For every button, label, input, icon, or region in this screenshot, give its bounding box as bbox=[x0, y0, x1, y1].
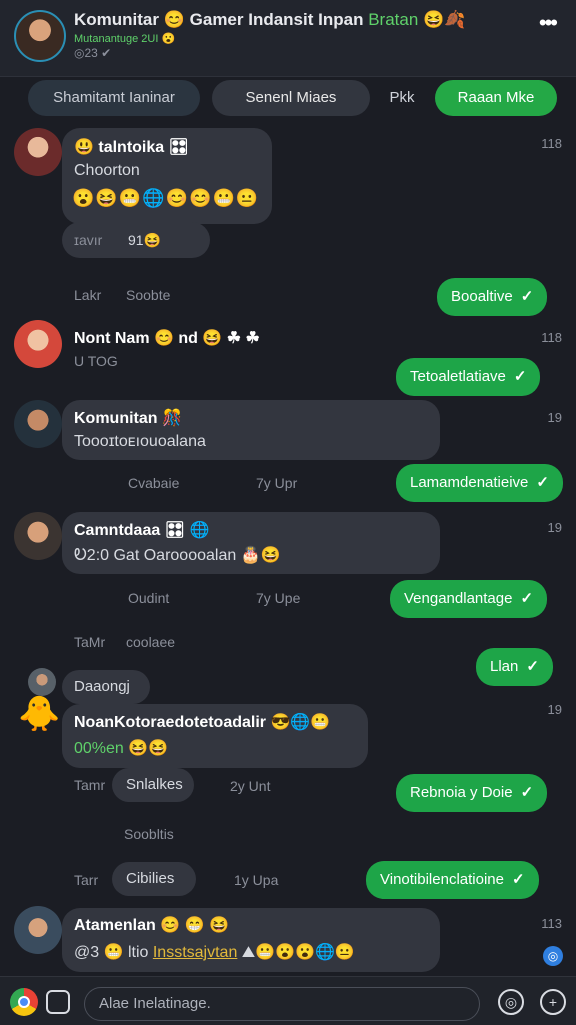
sender-name: Atamenlan 😊 😁 😆 bbox=[74, 917, 229, 934]
timestamp: 113 bbox=[541, 916, 562, 931]
sender-name: Nont Nam 😊 nd 😆 ☘ ☘ bbox=[74, 330, 260, 347]
check-icon: ✓ bbox=[513, 368, 527, 385]
sender-name: NoanKotoraedotetoadalir 😎🌐😬 bbox=[74, 714, 331, 731]
chat-subtitle: Mutanantuge 2UI 😮 bbox=[74, 33, 176, 45]
timestamp: 19 bbox=[547, 702, 562, 717]
check-icon: ✓ bbox=[520, 288, 534, 305]
info-badge-icon[interactable]: ◎ bbox=[543, 946, 563, 966]
reaction-label: Cibilies bbox=[126, 870, 175, 887]
message-text: Toooɪtoᴇıouoalana bbox=[74, 433, 206, 450]
message-text: 00%en 😆😆 bbox=[74, 740, 169, 757]
more-menu-icon[interactable]: ••• bbox=[539, 10, 558, 36]
message-meta: ɪavır bbox=[74, 232, 103, 248]
system-label: Soobte bbox=[126, 287, 171, 303]
message-meta: 91😆 bbox=[128, 232, 162, 248]
quick-reply-bar: Shamitamt Ianinar Senenl Miaes Pkk Raaan… bbox=[0, 77, 576, 119]
reaction-label: Snlalkes bbox=[126, 776, 183, 793]
check-icon: ✓ bbox=[526, 658, 539, 675]
timestamp: 19 bbox=[547, 410, 562, 425]
system-label: Oudint bbox=[128, 590, 170, 606]
system-label: TaMr bbox=[74, 634, 106, 650]
outgoing-bubble[interactable]: Lamamdenatieive ✓ bbox=[396, 464, 563, 502]
check-icon: ✓ bbox=[520, 784, 534, 801]
outgoing-bubble[interactable]: Vengandlantage ✓ bbox=[390, 580, 548, 618]
system-label: 1y Upa bbox=[234, 872, 279, 888]
system-label: Cvabaie bbox=[128, 475, 180, 491]
mention-link[interactable]: Insstsajvtan bbox=[153, 944, 237, 961]
system-label: 7y Upe bbox=[256, 590, 301, 606]
message-text: Choorton bbox=[74, 162, 140, 179]
outgoing-bubble[interactable]: Vinotibilenclatioine ✓ bbox=[366, 861, 539, 899]
message-text: Daaongj bbox=[74, 678, 130, 695]
avatar[interactable] bbox=[14, 512, 62, 560]
outgoing-bubble[interactable]: Tetoaletlatiave ✓ bbox=[396, 358, 541, 396]
avatar[interactable] bbox=[28, 668, 56, 696]
message-text: @3 😬 ltio Insstsajvtan ⛰😬😮😮🌐😐 bbox=[74, 944, 355, 961]
message-text: Ꭷ2:0 Gat Oarooooalan 🎂😆 bbox=[74, 547, 281, 564]
avatar[interactable] bbox=[14, 400, 62, 448]
message-composer: Alae Inelatinage. ◎ + bbox=[0, 976, 576, 1025]
check-icon: ✓ bbox=[511, 871, 525, 888]
sender-name: Komunitan 🎊 bbox=[74, 410, 182, 427]
emoji-row: 😮😆😬🌐😊😊😬😐 bbox=[72, 188, 260, 208]
system-label: Soobltis bbox=[124, 826, 174, 842]
member-status: ◎23 ✔ bbox=[74, 46, 112, 60]
add-icon[interactable]: + bbox=[540, 989, 566, 1015]
duck-icon: 🐥 bbox=[18, 695, 61, 733]
chip-3[interactable]: Pkk bbox=[382, 80, 422, 116]
chat-header: Komunitar 😊 Gamer Indansit Inpan Bratan … bbox=[0, 0, 576, 77]
sender-name: Camntdaaa 🎛 🌐 bbox=[74, 522, 210, 539]
chip-4[interactable]: Raaan Mke bbox=[435, 80, 557, 116]
browser-icon[interactable] bbox=[10, 988, 38, 1016]
timestamp: 19 bbox=[547, 520, 562, 535]
message-input[interactable]: Alae Inelatinage. bbox=[84, 987, 480, 1021]
avatar[interactable] bbox=[14, 906, 62, 954]
system-label: coolaee bbox=[126, 634, 176, 650]
timestamp: 118 bbox=[541, 136, 562, 151]
system-label: 7y Upr bbox=[256, 475, 298, 491]
system-label: 2y Unt bbox=[230, 778, 271, 794]
attachment-icon[interactable] bbox=[46, 990, 70, 1014]
system-label: Lakr bbox=[74, 287, 102, 303]
message-text: U TOG bbox=[74, 353, 118, 369]
voice-icon[interactable]: ◎ bbox=[498, 989, 524, 1015]
timestamp: 118 bbox=[541, 330, 562, 345]
check-icon: ✓ bbox=[520, 590, 534, 607]
sender-name: 😃 talntoika 🎛 bbox=[74, 139, 189, 156]
avatar[interactable] bbox=[14, 128, 62, 176]
chat-title[interactable]: Komunitar 😊 Gamer Indansit Inpan Bratan … bbox=[74, 10, 465, 30]
chip-2[interactable]: Senenl Miaes bbox=[212, 80, 370, 116]
group-avatar[interactable] bbox=[14, 10, 66, 62]
avatar[interactable] bbox=[14, 320, 62, 368]
system-label: Tamr bbox=[74, 777, 106, 793]
system-label: Tarr bbox=[74, 872, 99, 888]
chip-1[interactable]: Shamitamt Ianinar bbox=[28, 80, 200, 116]
check-icon: ✓ bbox=[536, 474, 549, 491]
outgoing-bubble[interactable]: Llan ✓ bbox=[476, 648, 553, 686]
outgoing-bubble[interactable]: Rebnoia y Doie ✓ bbox=[396, 774, 548, 812]
outgoing-bubble[interactable]: Booaltive ✓ bbox=[437, 278, 548, 316]
